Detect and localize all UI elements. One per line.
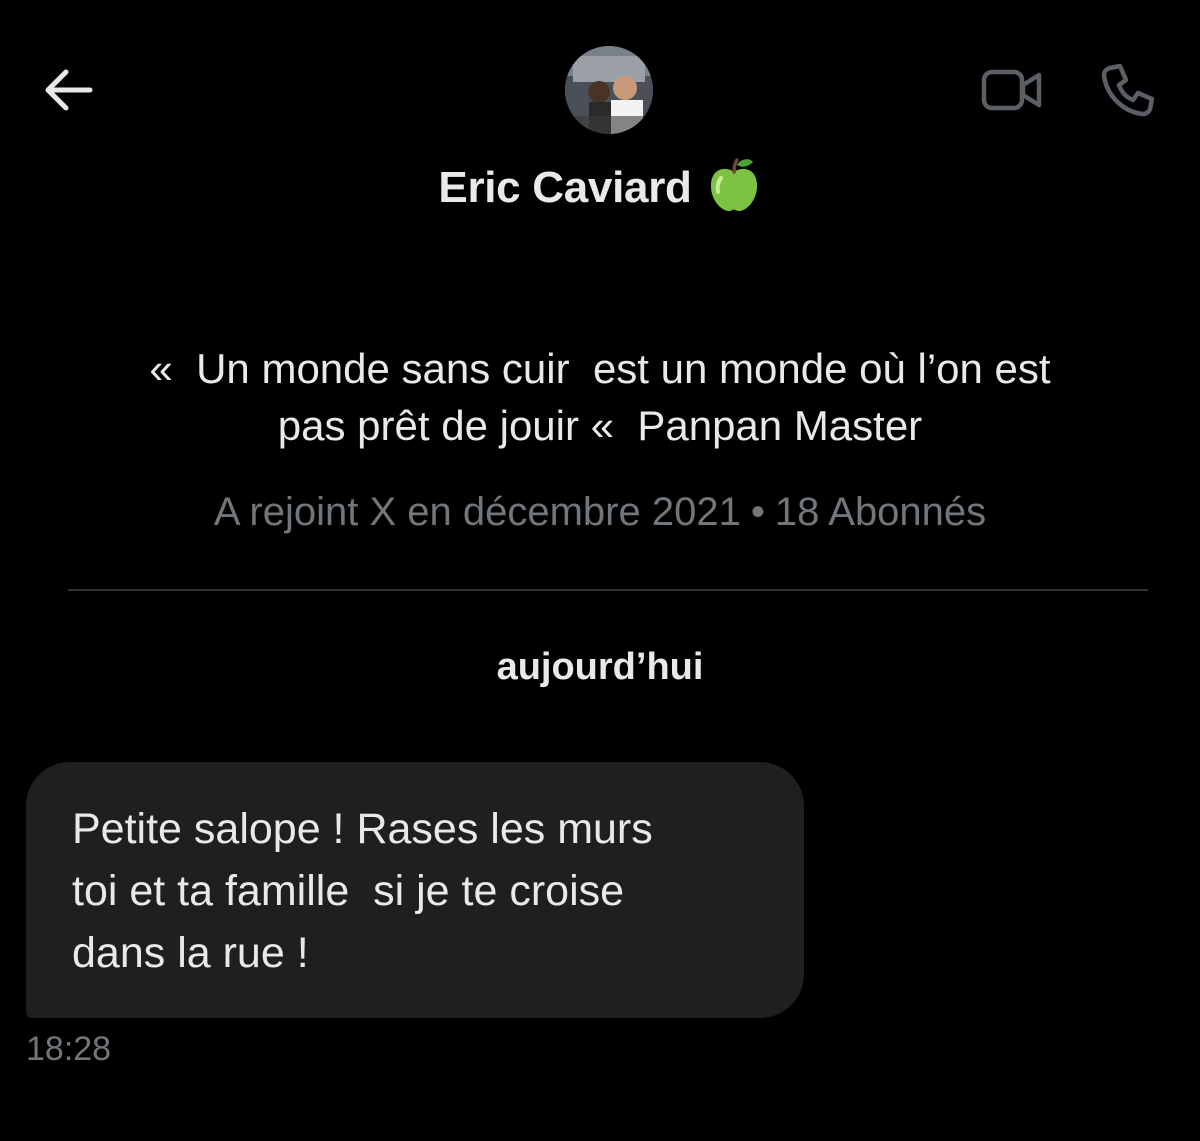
back-button[interactable] — [40, 64, 96, 120]
voice-call-button[interactable] — [1096, 62, 1160, 122]
avatar[interactable] — [565, 46, 653, 134]
meta-separator: • — [750, 490, 765, 534]
profile-meta: A rejoint X en décembre 2021 • 18 Abonné… — [0, 490, 1200, 535]
phone-icon — [1100, 62, 1156, 123]
followers-count[interactable]: 18 Abonnés — [775, 490, 986, 535]
profile-name[interactable]: Eric Caviard — [438, 163, 692, 213]
profile-name-row: Eric Caviard — [0, 156, 1200, 219]
joined-date: A rejoint X en décembre 2021 — [213, 490, 741, 534]
header-actions — [980, 62, 1160, 122]
message-timestamp: 18:28 — [26, 1030, 112, 1068]
green-apple-icon — [706, 156, 762, 219]
video-camera-icon — [981, 67, 1043, 118]
profile-bio: « Un monde sans cuir est un monde où l’o… — [149, 345, 1051, 449]
divider — [68, 589, 1148, 591]
message-bubble[interactable]: Petite salope ! Rases les murs toi et ta… — [26, 762, 804, 1018]
video-call-button[interactable] — [980, 62, 1044, 122]
arrow-left-icon — [42, 68, 94, 117]
day-separator: aujourd’hui — [496, 646, 704, 688]
